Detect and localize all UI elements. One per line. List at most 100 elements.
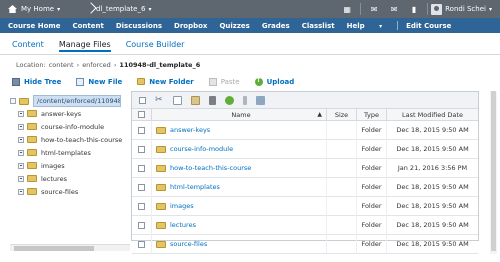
nav-classlist[interactable]: Classlist — [302, 22, 335, 30]
tree-node-label[interactable]: course-info-module — [41, 123, 104, 131]
copy-icon[interactable] — [173, 95, 182, 105]
table-row[interactable]: lectures Folder Dec 18, 2015 9:50 AM — [132, 215, 478, 235]
table-row[interactable]: course-info-module Folder Dec 18, 2015 9… — [132, 139, 478, 159]
nav-edit-course[interactable]: Edit Course — [406, 22, 451, 30]
paste-button[interactable]: Paste — [208, 77, 240, 86]
nav-dropbox[interactable]: Dropbox — [174, 22, 207, 30]
file-name-link[interactable]: lectures — [170, 221, 196, 229]
row-checkbox[interactable] — [138, 164, 145, 172]
expand-icon[interactable] — [18, 110, 24, 117]
upload-button[interactable]: Upload — [254, 76, 294, 86]
my-home-link[interactable]: My Home ▾ — [0, 0, 86, 18]
table-row[interactable]: images Folder Dec 18, 2015 9:50 AM — [132, 196, 478, 216]
header-size[interactable]: Size — [327, 109, 357, 120]
breadcrumb: Location: content › enforced › 110948-dl… — [16, 61, 200, 69]
tree-node[interactable]: how-to-teach-this-course — [18, 133, 132, 146]
folder-icon — [156, 164, 166, 172]
tab-manage-files[interactable]: Manage Files — [58, 40, 111, 52]
tree-root[interactable]: /content/enforced/110948-dl_template_6 — [10, 95, 132, 107]
table-row[interactable]: html-templates Folder Dec 18, 2015 9:50 … — [132, 177, 478, 197]
tree-node-label[interactable]: images — [41, 162, 65, 170]
table-row[interactable]: answer-keys Folder Dec 18, 2015 9:50 AM — [132, 120, 478, 140]
header-select — [132, 109, 152, 120]
page-vertical-scrollbar[interactable] — [490, 91, 497, 254]
row-checkbox[interactable] — [138, 126, 145, 134]
row-checkbox[interactable] — [138, 183, 145, 191]
tab-content[interactable]: Content — [12, 40, 44, 52]
scrollbar-thumb[interactable] — [491, 91, 496, 251]
avatar[interactable] — [431, 3, 443, 15]
nav-help[interactable]: Help ▾ — [347, 22, 394, 30]
row-checkbox[interactable] — [138, 202, 145, 210]
location-part[interactable]: content — [49, 61, 74, 69]
settings-icon[interactable] — [256, 95, 265, 105]
file-name-link[interactable]: images — [170, 202, 194, 210]
tree-node-label[interactable]: lectures — [41, 175, 67, 183]
tree-horizontal-scrollbar[interactable] — [10, 244, 130, 251]
file-name-link[interactable]: course-info-module — [170, 145, 233, 153]
delete-icon[interactable] — [209, 95, 216, 105]
row-checkbox[interactable] — [138, 240, 145, 248]
header-checkbox[interactable] — [138, 111, 145, 118]
expand-icon[interactable] — [18, 123, 24, 130]
chevron-down-icon[interactable]: ▾ — [489, 6, 492, 13]
folder-icon — [27, 162, 37, 169]
nav-grades[interactable]: Grades — [262, 22, 290, 30]
new-folder-button[interactable]: New Folder — [137, 78, 194, 86]
header-type[interactable]: Type — [357, 109, 387, 120]
grid-icon[interactable]: ▦ — [337, 0, 357, 18]
messages-icon[interactable]: ✉ — [384, 0, 404, 18]
location-current: 110948-dl_template_6 — [119, 61, 201, 69]
mail-icon[interactable]: ✉ — [364, 0, 384, 18]
file-name-link[interactable]: answer-keys — [170, 126, 210, 134]
hide-tree-button[interactable]: Hide Tree — [12, 77, 61, 86]
tree-node-label[interactable]: how-to-teach-this-course — [41, 136, 122, 144]
expand-icon[interactable] — [18, 175, 24, 182]
file-name-link[interactable]: source-files — [170, 240, 207, 248]
row-checkbox[interactable] — [138, 145, 145, 153]
tree-root-label[interactable]: /content/enforced/110948-dl_template_6 — [33, 95, 121, 107]
expand-icon[interactable] — [18, 188, 24, 195]
move-icon[interactable] — [225, 95, 234, 105]
table-row[interactable]: source-files Folder Dec 18, 2015 9:50 AM — [132, 234, 478, 254]
location-part[interactable]: enforced — [82, 61, 111, 69]
header-name[interactable]: Name ▲ — [152, 109, 327, 120]
file-name-link[interactable]: html-templates — [170, 183, 220, 191]
edit-icon[interactable] — [243, 95, 247, 105]
course-selector[interactable]: dl_template_6 ▾ — [96, 5, 296, 13]
folder-icon — [27, 188, 37, 195]
tree-node[interactable]: lectures — [18, 172, 132, 185]
tree-node-label[interactable]: source-files — [41, 188, 78, 196]
user-name[interactable]: Rondi Schei — [445, 5, 486, 13]
new-folder-icon — [137, 78, 146, 85]
expand-icon[interactable] — [18, 162, 24, 169]
cut-icon[interactable]: ✂ — [155, 95, 164, 105]
file-name-link[interactable]: how-to-teach-this-course — [170, 164, 251, 172]
alerts-icon[interactable]: ▮ — [404, 0, 424, 18]
expand-icon[interactable] — [18, 149, 24, 156]
nav-course-home[interactable]: Course Home — [8, 22, 60, 30]
tree-node[interactable]: answer-keys — [18, 107, 132, 120]
nav-quizzes[interactable]: Quizzes — [219, 22, 249, 30]
nav-discussions[interactable]: Discussions — [116, 22, 162, 30]
row-checkbox[interactable] — [138, 221, 145, 229]
nav-content[interactable]: Content — [72, 22, 103, 30]
new-file-button[interactable]: New File — [76, 77, 122, 86]
tree-node-label[interactable]: answer-keys — [41, 110, 81, 118]
folder-icon — [27, 136, 37, 143]
tab-course-builder[interactable]: Course Builder — [126, 40, 185, 52]
row-size — [327, 177, 357, 197]
scrollbar-thumb[interactable] — [14, 246, 94, 251]
tree-node[interactable]: images — [18, 159, 132, 172]
paste-icon[interactable] — [191, 95, 200, 105]
select-all-checkbox[interactable] — [139, 96, 146, 104]
tree-node[interactable]: html-templates — [18, 146, 132, 159]
file-toolbar: Hide Tree New File New Folder Paste Uplo… — [12, 76, 309, 86]
table-row[interactable]: how-to-teach-this-course Folder Jan 21, … — [132, 158, 478, 178]
tree-node[interactable]: source-files — [18, 185, 132, 198]
expand-icon[interactable] — [18, 136, 24, 143]
tree-node-label[interactable]: html-templates — [41, 149, 91, 157]
header-modified[interactable]: Last Modified Date — [387, 109, 478, 120]
tree-node[interactable]: course-info-module — [18, 120, 132, 133]
collapse-icon[interactable] — [10, 98, 16, 104]
